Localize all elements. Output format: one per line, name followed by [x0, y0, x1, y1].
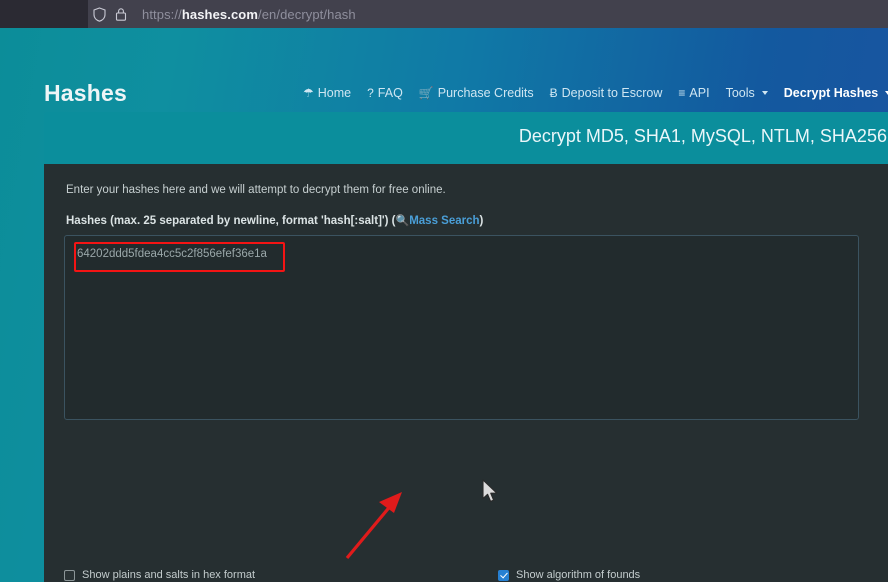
page-background: Hashes ☂ Home ? FAQ 🛒 Purchase Credits Ƀ… [0, 28, 888, 582]
site-logo[interactable]: Hashes [44, 80, 127, 107]
url-path: /en/decrypt/hash [257, 6, 356, 22]
hash-label-prefix: Hashes (max. 25 separated by newline, fo… [66, 215, 396, 227]
nav-item-decrypt-hashes[interactable]: Decrypt Hashes [784, 86, 888, 100]
nav-item-label: Deposit to Escrow [561, 86, 663, 100]
chevron-down-icon [761, 91, 768, 95]
intro-text: Enter your hashes here and we will attem… [66, 184, 446, 196]
page-title: Decrypt MD5, SHA1, MySQL, NTLM, SHA256, … [518, 126, 888, 146]
option-label: Show algorithm of founds [516, 569, 641, 581]
url-text: https://hashes.com/en/decrypt/hash [142, 7, 356, 22]
home-icon: ☂ [303, 86, 314, 100]
nav-item-home[interactable]: ☂ Home [303, 86, 351, 100]
nav-item-label: Home [317, 86, 352, 100]
mass-search-link[interactable]: Mass Search [409, 215, 479, 227]
nav-item-label: Decrypt Hashes [783, 86, 879, 100]
shield-icon[interactable] [88, 0, 110, 28]
option-hex-format[interactable]: Show plains and salts in hex format [64, 569, 255, 581]
nav-item-api[interactable]: ≡ API [678, 86, 709, 100]
question-icon: ? [367, 86, 374, 100]
checkbox-hex-format[interactable] [64, 569, 75, 581]
nav-item-purchase-credits[interactable]: 🛒 Purchase Credits [419, 86, 534, 100]
hash-input[interactable] [64, 235, 859, 420]
url-scheme: https:// [142, 6, 182, 22]
cart-icon: 🛒 [418, 86, 434, 100]
decrypt-card: Decrypt MD5, SHA1, MySQL, NTLM, SHA256, … [44, 112, 888, 582]
nav-item-label: API [689, 86, 710, 100]
nav-item-deposit-to-escrow[interactable]: Ƀ Deposit to Escrow [550, 86, 663, 100]
nav-item-faq[interactable]: ? FAQ [367, 86, 403, 100]
hash-label-suffix: ) [479, 215, 484, 227]
padlock-icon[interactable] [110, 0, 132, 28]
url-host: hashes.com [181, 6, 258, 22]
card-body: Enter your hashes here and we will attem… [44, 164, 888, 582]
hash-input-label: Hashes (max. 25 separated by newline, fo… [66, 214, 888, 227]
options-row: Show plains and salts in hex format Show… [64, 569, 888, 581]
browser-chrome: https://hashes.com/en/decrypt/hash [0, 0, 888, 28]
option-show-algorithm[interactable]: Show algorithm of founds [498, 569, 640, 581]
nav-item-tools[interactable]: Tools [726, 86, 768, 100]
hash-textarea-wrapper [64, 235, 888, 425]
site-navbar: Hashes ☂ Home ? FAQ 🛒 Purchase Credits Ƀ… [0, 28, 888, 106]
option-label: Show plains and salts in hex format [82, 569, 256, 581]
nav-links: ☂ Home ? FAQ 🛒 Purchase Credits Ƀ Deposi… [303, 86, 888, 100]
search-icon: 🔍 [395, 215, 410, 227]
nav-item-label: Tools [725, 86, 755, 100]
nav-item-label: FAQ [377, 86, 403, 100]
address-bar[interactable]: https://hashes.com/en/decrypt/hash [88, 0, 888, 28]
card-header: Decrypt MD5, SHA1, MySQL, NTLM, SHA256, … [44, 112, 888, 164]
list-icon: ≡ [678, 86, 686, 100]
bitcoin-icon: Ƀ [549, 86, 558, 100]
nav-item-label: Purchase Credits [437, 86, 534, 100]
checkbox-show-algorithm[interactable] [498, 569, 510, 581]
